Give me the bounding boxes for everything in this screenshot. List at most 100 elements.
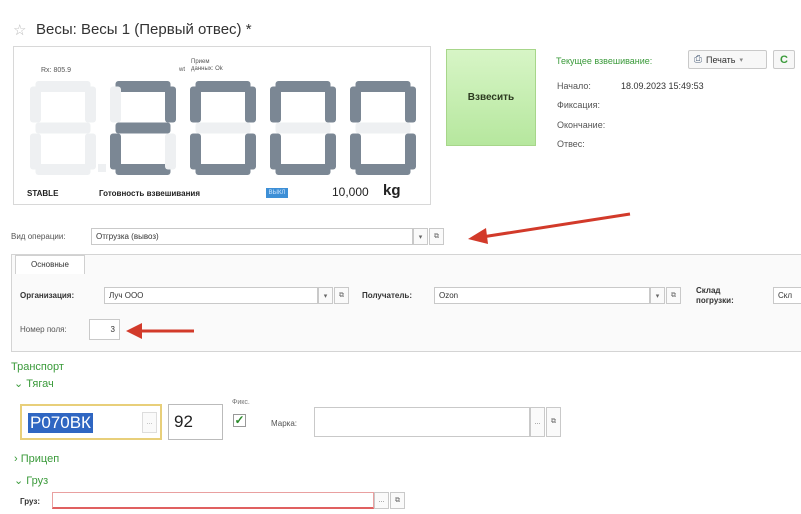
trailer-section-toggle[interactable]: › Прицеп <box>14 453 59 465</box>
segment-on <box>115 81 171 92</box>
segment-on <box>245 86 256 123</box>
ready-badge: ВЫКЛ <box>266 188 288 198</box>
org-value: Луч ООО <box>109 291 144 300</box>
fix-checkbox-label: Фикс. <box>232 399 250 406</box>
cargo-field[interactable] <box>52 492 374 509</box>
wt-prefix: wt <box>179 67 185 73</box>
chevron-down-icon: ▾ <box>739 56 743 64</box>
fix-checkbox[interactable]: ✓ <box>233 414 246 427</box>
link-icon: ⧉ <box>339 291 344 299</box>
segment-on <box>165 86 176 123</box>
annotation-arrow <box>468 212 631 244</box>
transport-title: Транспорт <box>11 361 64 373</box>
seven-segment-display <box>30 81 416 175</box>
start-value: 18.09.2023 15:49:53 <box>621 81 704 91</box>
brand-field[interactable] <box>314 407 530 437</box>
brand-open-button[interactable]: ⧉ <box>546 407 561 437</box>
region-code-field[interactable]: 92 <box>168 404 223 440</box>
favorite-star-icon[interactable]: ☆ <box>13 21 26 39</box>
chevron-right-icon: › <box>14 453 18 465</box>
window-title: Весы: Весы 1 (Первый отвес) * <box>36 21 252 38</box>
operation-open-button[interactable]: ⧉ <box>429 228 444 245</box>
segment-on <box>190 133 201 170</box>
segment-on <box>350 86 361 123</box>
segment-on <box>110 133 121 170</box>
cargo-dropdown-button[interactable]: ... <box>374 492 389 509</box>
segment-on <box>245 133 256 170</box>
org-field[interactable]: Луч ООО <box>104 287 318 304</box>
segment-off <box>355 122 411 134</box>
weight-label: Отвес: <box>557 139 585 149</box>
segment-on <box>195 81 251 92</box>
segment-on <box>190 86 201 123</box>
recipient-field[interactable]: Ozon <box>434 287 650 304</box>
warehouse-value: Скл <box>778 291 793 300</box>
segment-on <box>275 81 331 92</box>
plate-dropdown-button[interactable]: ... <box>142 412 157 433</box>
segment-off <box>35 164 91 175</box>
warehouse-label-line1: Склад <box>696 286 721 295</box>
start-label: Начало: <box>557 81 591 91</box>
recipient-dropdown-button[interactable]: ▾ <box>650 287 665 304</box>
operation-dropdown-button[interactable]: ▾ <box>413 228 428 245</box>
segment-on <box>355 164 411 175</box>
plate-number-field[interactable]: Р070ВК ... <box>20 404 162 440</box>
capacity-value: 10,000 <box>332 185 369 199</box>
end-label: Окончание: <box>557 120 606 130</box>
segment-on <box>350 133 361 170</box>
segment-off <box>30 133 41 170</box>
segment-on <box>115 122 171 134</box>
tractor-label: Тягач <box>26 378 54 390</box>
org-open-button[interactable]: ⧉ <box>334 287 349 304</box>
brand-label: Марка: <box>271 419 297 428</box>
print-button[interactable]: ⎙ Печать ▾ <box>688 50 767 69</box>
recipient-value: Ozon <box>439 291 459 300</box>
operation-value: Отгрузка (вывоз) <box>96 232 159 241</box>
warehouse-field[interactable]: Скл <box>773 287 801 304</box>
cargo-section-toggle[interactable]: ⌄ Груз <box>14 474 48 487</box>
segment-on <box>405 86 416 123</box>
wt-status-text: Прием данных: Ok <box>191 59 223 72</box>
segment-off <box>110 86 121 123</box>
refresh-button[interactable]: C <box>773 50 795 69</box>
current-weighing-label: Текущее взвешивание: <box>556 56 653 66</box>
link-icon: ⧉ <box>434 232 439 240</box>
unit-label: kg <box>383 182 401 199</box>
tab-main[interactable]: Основные <box>15 255 85 274</box>
fix-label: Фиксация: <box>557 100 600 110</box>
segment-on <box>270 86 281 123</box>
org-label: Организация: <box>20 291 75 300</box>
cargo-open-button[interactable]: ⧉ <box>390 492 405 509</box>
tractor-section-toggle[interactable]: ⌄ Тягач <box>14 377 54 390</box>
trailer-label: Прицеп <box>20 453 60 465</box>
brand-dropdown-button[interactable]: ... <box>530 407 545 437</box>
segment-off <box>85 133 96 170</box>
field-number-input[interactable]: 3 <box>89 319 120 340</box>
cargo-section-label: Груз <box>26 475 49 487</box>
field-number-label: Номер поля: <box>20 325 67 334</box>
operation-label: Вид операции: <box>11 232 66 241</box>
chevron-down-icon: ⌄ <box>14 475 24 487</box>
operation-field[interactable]: Отгрузка (вывоз) <box>91 228 413 245</box>
segment-off <box>35 122 91 134</box>
weigh-button[interactable]: Взвесить <box>446 49 536 146</box>
recipient-label: Получатель: <box>362 291 412 300</box>
segment-off <box>30 86 41 123</box>
segment-on <box>355 81 411 92</box>
warehouse-label-line2: погрузки: <box>696 296 734 305</box>
stable-indicator: STABLE <box>27 189 59 198</box>
segment-on <box>325 86 336 123</box>
printer-icon: ⎙ <box>694 54 702 65</box>
rx-readout: Rx: 805.9 <box>41 67 71 74</box>
plate-number-value: Р070ВК <box>28 413 93 433</box>
cargo-label: Груз: <box>20 497 40 506</box>
segment-on <box>115 164 171 175</box>
annotation-arrow <box>126 323 194 339</box>
segment-off <box>275 122 331 134</box>
field-number-value: 3 <box>110 325 115 334</box>
org-dropdown-button[interactable]: ▾ <box>318 287 333 304</box>
chevron-down-icon: ▾ <box>655 292 660 300</box>
scale-display: Rx: 805.9 wt Прием данных: Ok STABLE Гот… <box>13 46 431 205</box>
recipient-open-button[interactable]: ⧉ <box>666 287 681 304</box>
link-icon: ⧉ <box>551 418 556 425</box>
